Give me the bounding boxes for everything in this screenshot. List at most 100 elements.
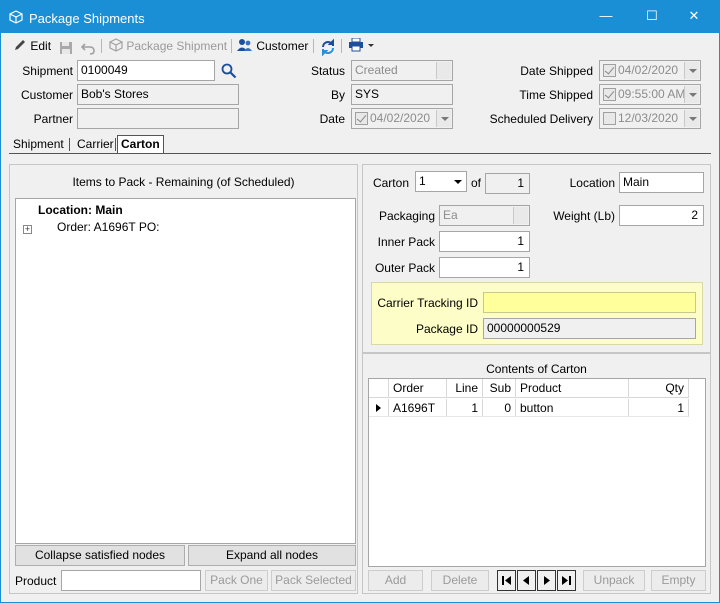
search-icon[interactable]: [221, 63, 237, 79]
of-label: of: [470, 176, 481, 190]
inner-pack-label: Inner Pack: [377, 235, 435, 249]
date-shipped-checkbox: [603, 64, 616, 77]
pack-selected-button[interactable]: Pack Selected: [271, 570, 356, 591]
cell-qty[interactable]: 1: [629, 399, 689, 417]
last-record-button[interactable]: [557, 570, 576, 591]
customer-button[interactable]: Customer: [237, 37, 308, 55]
tree-node-location[interactable]: Location: Main: [38, 203, 123, 217]
edit-button[interactable]: Edit: [13, 37, 51, 55]
package-icon: [109, 38, 123, 52]
time-spinner: [684, 86, 699, 103]
scheduled-delivery-value: 12/03/2020: [618, 111, 679, 125]
time-shipped-checkbox: [603, 88, 616, 101]
refresh-icon[interactable]: [320, 38, 336, 56]
outer-pack-input[interactable]: 1: [439, 257, 530, 278]
package-shipments-window: Package Shipments — ☐ ✕ Edit Package Shi…: [0, 0, 720, 603]
packaging-label: Packaging: [378, 209, 435, 223]
customer-field: Bob's Stores: [77, 84, 239, 105]
pack-one-button[interactable]: Pack One: [205, 570, 268, 591]
partner-label: Partner: [33, 112, 73, 126]
column-header-order[interactable]: Order: [389, 379, 447, 398]
tracking-id-input[interactable]: [483, 292, 696, 313]
date-shipped-label: Date Shipped: [520, 64, 593, 78]
column-header-product[interactable]: Product: [516, 379, 629, 398]
inner-pack-input[interactable]: 1: [439, 231, 530, 252]
carton-label: Carton: [372, 176, 409, 190]
toolbar-separator: [101, 39, 102, 53]
time-shipped-label: Time Shipped: [519, 88, 593, 102]
expand-icon[interactable]: +: [23, 225, 32, 234]
column-header-qty[interactable]: Qty: [629, 379, 689, 398]
customer-label: Customer: [256, 39, 309, 53]
add-button[interactable]: Add: [368, 570, 423, 591]
delete-button[interactable]: Delete: [431, 570, 489, 591]
collapse-satisfied-button[interactable]: Collapse satisfied nodes: [15, 545, 185, 566]
items-to-pack-title: Items to Pack - Remaining (of Scheduled): [72, 175, 295, 189]
previous-icon: [523, 576, 529, 585]
minimize-button[interactable]: —: [583, 1, 629, 31]
cell-order[interactable]: A1696T: [389, 399, 447, 417]
toolbar-separator: [313, 39, 314, 53]
cell-product[interactable]: button: [516, 399, 629, 417]
outer-pack-label: Outer Pack: [374, 261, 435, 275]
tab-shipment[interactable]: Shipment: [13, 135, 64, 153]
time-shipped-value: 09:55:00 AM: [618, 87, 686, 101]
printer-icon: [349, 37, 363, 52]
items-to-pack-panel: Items to Pack - Remaining (of Scheduled)…: [9, 164, 358, 594]
status-label: Status: [310, 64, 345, 78]
grid-row-header-corner: [369, 379, 389, 398]
expand-all-button[interactable]: Expand all nodes: [188, 545, 356, 566]
shipment-input[interactable]: 0100049: [77, 60, 215, 81]
chevron-down-icon: [436, 110, 451, 127]
date-label: Date: [319, 112, 345, 126]
by-field: SYS: [351, 84, 453, 105]
package-shipment-label: Package Shipment: [126, 39, 228, 53]
customer-label: Customer: [20, 88, 73, 102]
status-field: Created: [351, 60, 453, 81]
save-icon[interactable]: [59, 39, 73, 57]
contents-grid[interactable]: Order Line Sub Product Qty A1696T 1 0 bu…: [368, 378, 706, 567]
pencil-icon: [15, 40, 25, 50]
unpack-button[interactable]: Unpack: [583, 570, 645, 591]
by-label: By: [330, 88, 345, 102]
tab-carrier[interactable]: Carrier: [77, 135, 114, 153]
next-icon: [544, 576, 550, 585]
product-input[interactable]: [61, 570, 201, 591]
package-shipment-button[interactable]: Package Shipment: [109, 37, 227, 55]
status-value: Created: [355, 63, 398, 77]
packaging-select[interactable]: Ea: [439, 205, 530, 226]
partner-field: [77, 108, 239, 129]
users-icon: [237, 39, 252, 51]
chevron-down-icon: [368, 44, 375, 47]
date-picker: 04/02/2020: [351, 108, 453, 129]
next-record-button[interactable]: [537, 570, 556, 591]
contents-title: Contents of Carton: [486, 362, 587, 376]
tab-underline: [9, 153, 711, 154]
tree-node-order[interactable]: Order: A1696T PO:: [57, 220, 160, 234]
empty-button[interactable]: Empty: [651, 570, 706, 591]
toolbar-separator: [231, 39, 232, 53]
carton-details-panel: Carton 1 of 1 Location Main Packaging Ea…: [362, 164, 711, 353]
weight-input[interactable]: 2: [619, 205, 704, 226]
items-tree[interactable]: Location: Main + Order: A1696T PO:: [15, 198, 356, 544]
packaging-value: Ea: [443, 208, 458, 222]
contents-panel: Contents of Carton Order Line Sub Produc…: [362, 353, 711, 594]
previous-record-button[interactable]: [517, 570, 536, 591]
cell-sub[interactable]: 0: [483, 399, 516, 417]
maximize-button[interactable]: ☐: [629, 1, 675, 31]
print-menu-button[interactable]: [348, 37, 375, 56]
location-input[interactable]: Main: [619, 172, 704, 193]
tab-divider: [115, 138, 116, 151]
close-button[interactable]: ✕: [671, 1, 717, 31]
cell-line[interactable]: 1: [447, 399, 483, 417]
carton-count-field: 1: [485, 173, 530, 194]
column-header-sub[interactable]: Sub: [483, 379, 516, 398]
column-header-line[interactable]: Line: [447, 379, 483, 398]
undo-icon[interactable]: [81, 39, 95, 57]
tab-carton[interactable]: Carton: [117, 135, 164, 153]
date-checkbox: [355, 112, 368, 125]
toolbar-separator: [341, 39, 342, 53]
first-record-button[interactable]: [497, 570, 516, 591]
date-shipped-picker: 04/02/2020: [599, 60, 701, 81]
carton-select[interactable]: 1: [415, 171, 467, 192]
